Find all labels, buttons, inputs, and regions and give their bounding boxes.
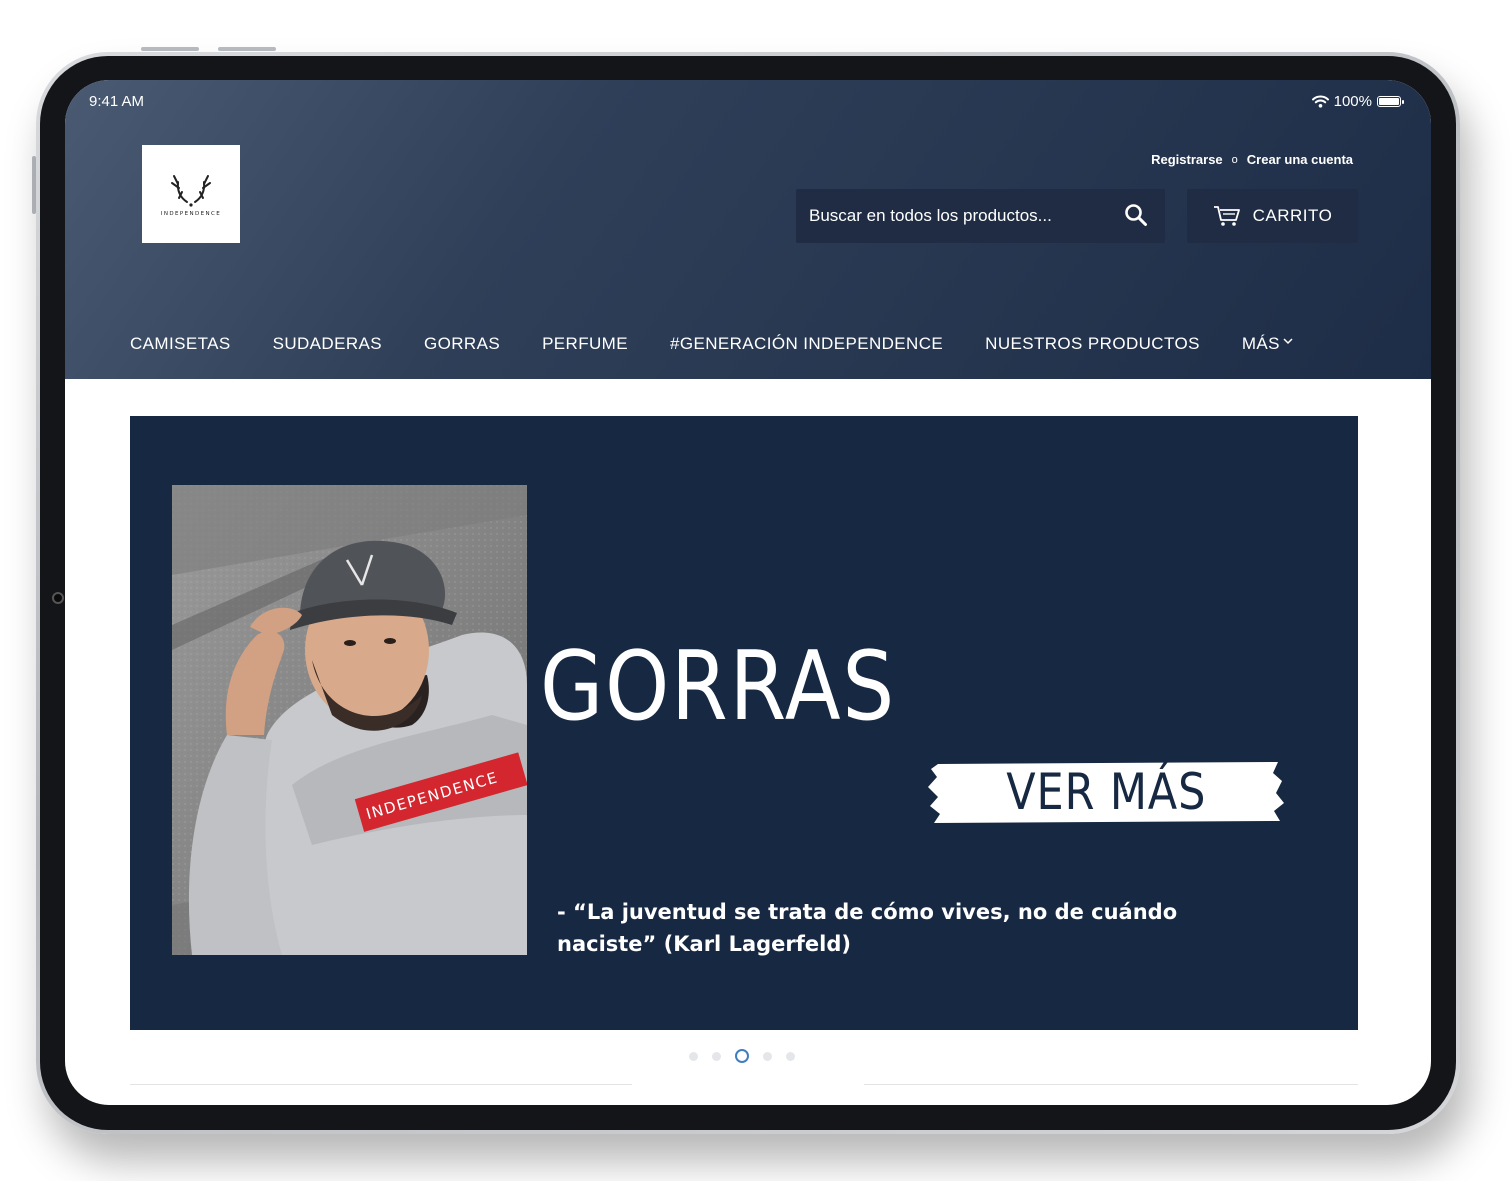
create-account-link[interactable]: Crear una cuenta [1247,152,1353,167]
model-photo-illustration: INDEPENDENCE [172,485,527,955]
tablet-volume-button [218,47,276,51]
screenshot-stage: 9:41 AM 100% INDEPENDENCE Registrarse o … [0,0,1512,1181]
camera-icon [52,592,64,604]
cart-label: CARRITO [1252,206,1333,225]
hero-title: GORRAS [540,632,896,742]
carousel-dot[interactable] [763,1051,772,1061]
nav-item-gorras[interactable]: GORRAS [424,334,500,354]
battery-percentage: 100% [1333,93,1372,110]
search-icon[interactable] [1124,203,1148,227]
logo-text: INDEPENDENCE [160,210,222,217]
nav-item-mas[interactable]: MÁS [1242,334,1294,354]
carousel-dots [689,1049,795,1063]
cart-button[interactable]: CARRITO [1187,189,1358,243]
hero-banner[interactable]: INDEPENDENCE GORRAS VER MÁS - “La juvent… [130,416,1358,1030]
section-divider [130,1084,632,1085]
account-links: Registrarse o Crear una cuenta [1151,152,1353,167]
cart-icon [1213,206,1240,226]
status-bar-right: 100% [1311,93,1404,110]
nav-item-camisetas[interactable]: CAMISETAS [130,334,231,354]
carousel-dot[interactable] [786,1051,795,1061]
search-bar [796,189,1165,243]
status-time: 9:41 AM [89,93,145,110]
site-header: 9:41 AM 100% INDEPENDENCE Registrarse o … [65,80,1431,379]
carousel-dot[interactable] [735,1049,749,1063]
nav-item-perfume[interactable]: PERFUME [542,334,628,354]
nav-item-sudaderas[interactable]: SUDADERAS [273,334,382,354]
hero-photo: INDEPENDENCE [172,485,527,955]
hero-quote: - “La juventud se trata de cómo vives, n… [557,900,1178,956]
ver-mas-button[interactable]: VER MÁS [928,759,1284,825]
carousel-dot[interactable] [689,1051,698,1061]
tablet-screen: 9:41 AM 100% INDEPENDENCE Registrarse o … [65,80,1431,1105]
login-link[interactable]: Registrarse [1151,152,1223,167]
nav-item-generacion[interactable]: #GENERACIÓN INDEPENDENCE [670,334,943,354]
section-divider [864,1084,1358,1085]
nav-item-mas-label: MÁS [1241,334,1280,353]
chevron-down-icon [1283,338,1293,345]
site-logo[interactable]: INDEPENDENCE [142,145,240,243]
wifi-icon [1311,95,1329,108]
account-separator: o [1231,153,1238,166]
main-nav: CAMISETAS SUDADERAS GORRAS PERFUME #GENE… [130,334,1294,354]
search-input[interactable] [809,206,1119,226]
nav-item-productos[interactable]: NUESTROS PRODUCTOS [985,334,1200,354]
deer-antlers-logo-icon [171,174,211,207]
carousel-dot[interactable] [712,1051,721,1061]
tablet-volume-button [141,47,199,51]
battery-icon [1377,96,1404,107]
ver-mas-label: VER MÁS [1006,763,1206,821]
battery-fill [1379,98,1399,105]
